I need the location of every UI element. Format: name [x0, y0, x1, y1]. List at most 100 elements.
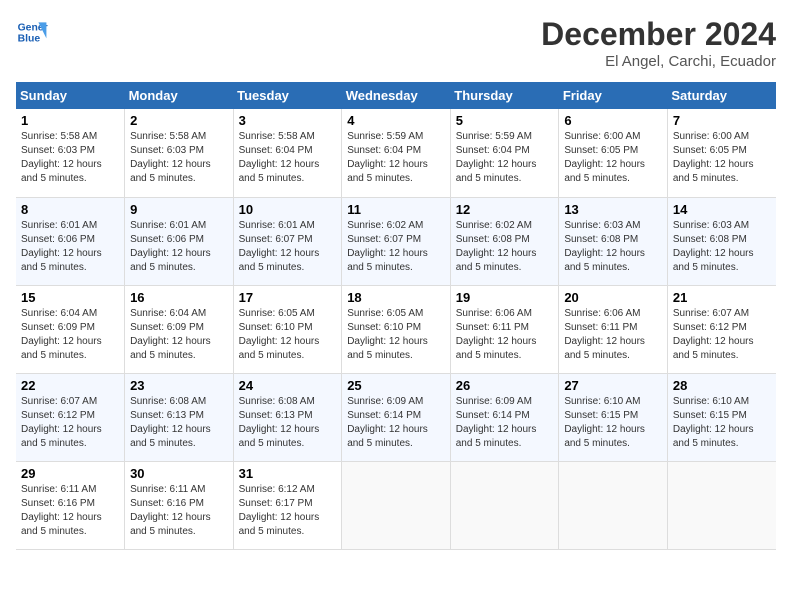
day-number: 5: [456, 113, 554, 128]
calendar-cell-31: 31 Sunrise: 6:12 AM Sunset: 6:17 PM Dayli…: [233, 461, 342, 549]
location-subtitle: El Angel, Carchi, Ecuador: [541, 53, 776, 70]
title-block: December 2024 El Angel, Carchi, Ecuador: [541, 16, 776, 70]
day-number: 27: [564, 378, 662, 393]
calendar-cell-8: 8 Sunrise: 6:01 AM Sunset: 6:06 PM Daylig…: [16, 197, 125, 285]
day-detail: Sunrise: 5:58 AM Sunset: 6:03 PM Dayligh…: [130, 130, 228, 186]
day-detail: Sunrise: 6:00 AM Sunset: 6:05 PM Dayligh…: [564, 130, 662, 186]
empty-cell: [342, 461, 451, 549]
day-number: 21: [673, 290, 771, 305]
day-number: 6: [564, 113, 662, 128]
day-detail: Sunrise: 5:58 AM Sunset: 6:03 PM Dayligh…: [21, 130, 119, 186]
day-number: 31: [239, 466, 337, 481]
calendar-cell-3: 3 Sunrise: 5:58 AM Sunset: 6:04 PM Daylig…: [233, 109, 342, 197]
day-detail: Sunrise: 6:05 AM Sunset: 6:10 PM Dayligh…: [239, 307, 337, 363]
day-number: 23: [130, 378, 228, 393]
calendar-cell-10: 10 Sunrise: 6:01 AM Sunset: 6:07 PM Dayli…: [233, 197, 342, 285]
day-detail: Sunrise: 6:06 AM Sunset: 6:11 PM Dayligh…: [456, 307, 554, 363]
day-detail: Sunrise: 6:05 AM Sunset: 6:10 PM Dayligh…: [347, 307, 445, 363]
calendar-cell-21: 21Sunrise: 6:07 AM Sunset: 6:12 PM Dayli…: [667, 285, 776, 373]
week-row-4: 22 Sunrise: 6:07 AM Sunset: 6:12 PM Dayli…: [16, 373, 776, 461]
weekday-header-friday: Friday: [559, 82, 668, 109]
day-number: 16: [130, 290, 228, 305]
calendar-cell-12: 12 Sunrise: 6:02 AM Sunset: 6:08 PM Dayli…: [450, 197, 559, 285]
day-number: 8: [21, 202, 119, 217]
calendar-cell-4: 4 Sunrise: 5:59 AM Sunset: 6:04 PM Daylig…: [342, 109, 451, 197]
day-number: 1: [21, 113, 119, 128]
empty-cell: [559, 461, 668, 549]
calendar-cell-13: 13 Sunrise: 6:03 AM Sunset: 6:08 PM Dayli…: [559, 197, 668, 285]
day-detail: Sunrise: 6:03 AM Sunset: 6:08 PM Dayligh…: [673, 219, 771, 275]
page-header: General Blue General Blue December 2024 …: [16, 16, 776, 70]
calendar-cell-18: 18 Sunrise: 6:05 AM Sunset: 6:10 PM Dayli…: [342, 285, 451, 373]
day-detail: Sunrise: 5:59 AM Sunset: 6:04 PM Dayligh…: [456, 130, 554, 186]
calendar-cell-30: 30 Sunrise: 6:11 AM Sunset: 6:16 PM Dayli…: [125, 461, 234, 549]
day-detail: Sunrise: 6:00 AM Sunset: 6:05 PM Dayligh…: [673, 130, 771, 186]
day-number: 18: [347, 290, 445, 305]
week-row-5: 29 Sunrise: 6:11 AM Sunset: 6:16 PM Dayli…: [16, 461, 776, 549]
calendar-cell-28: 28 Sunrise: 6:10 AM Sunset: 6:15 PM Dayli…: [667, 373, 776, 461]
day-number: 20: [564, 290, 662, 305]
calendar-cell-24: 24Sunrise: 6:08 AM Sunset: 6:13 PM Dayli…: [233, 373, 342, 461]
day-detail: Sunrise: 6:10 AM Sunset: 6:15 PM Dayligh…: [673, 395, 771, 451]
day-detail: Sunrise: 6:01 AM Sunset: 6:07 PM Dayligh…: [239, 219, 337, 275]
day-number: 7: [673, 113, 771, 128]
day-detail: Sunrise: 6:10 AM Sunset: 6:15 PM Dayligh…: [564, 395, 662, 451]
day-number: 3: [239, 113, 337, 128]
week-row-2: 8 Sunrise: 6:01 AM Sunset: 6:06 PM Daylig…: [16, 197, 776, 285]
weekday-header-saturday: Saturday: [667, 82, 776, 109]
weekday-header-monday: Monday: [125, 82, 234, 109]
day-number: 9: [130, 202, 228, 217]
calendar-cell-14: 14 Sunrise: 6:03 AM Sunset: 6:08 PM Dayli…: [667, 197, 776, 285]
day-number: 14: [673, 202, 771, 217]
day-number: 17: [239, 290, 337, 305]
calendar-cell-2: 2 Sunrise: 5:58 AM Sunset: 6:03 PM Daylig…: [125, 109, 234, 197]
day-number: 13: [564, 202, 662, 217]
calendar-cell-26: 26Sunrise: 6:09 AM Sunset: 6:14 PM Dayli…: [450, 373, 559, 461]
day-detail: Sunrise: 6:02 AM Sunset: 6:08 PM Dayligh…: [456, 219, 554, 275]
day-detail: Sunrise: 6:04 AM Sunset: 6:09 PM Dayligh…: [130, 307, 228, 363]
day-detail: Sunrise: 6:12 AM Sunset: 6:17 PM Dayligh…: [239, 483, 337, 539]
day-detail: Sunrise: 6:03 AM Sunset: 6:08 PM Dayligh…: [564, 219, 662, 275]
svg-text:Blue: Blue: [18, 34, 41, 45]
day-detail: Sunrise: 6:01 AM Sunset: 6:06 PM Dayligh…: [130, 219, 228, 275]
calendar-cell-5: 5 Sunrise: 5:59 AM Sunset: 6:04 PM Daylig…: [450, 109, 559, 197]
day-number: 12: [456, 202, 554, 217]
day-detail: Sunrise: 6:11 AM Sunset: 6:16 PM Dayligh…: [130, 483, 228, 539]
weekday-header-wednesday: Wednesday: [342, 82, 451, 109]
calendar-cell-19: 19Sunrise: 6:06 AM Sunset: 6:11 PM Dayli…: [450, 285, 559, 373]
calendar-cell-25: 25 Sunrise: 6:09 AM Sunset: 6:14 PM Dayli…: [342, 373, 451, 461]
day-detail: Sunrise: 6:09 AM Sunset: 6:14 PM Dayligh…: [347, 395, 445, 451]
day-number: 28: [673, 378, 771, 393]
day-number: 30: [130, 466, 228, 481]
day-detail: Sunrise: 6:04 AM Sunset: 6:09 PM Dayligh…: [21, 307, 119, 363]
calendar-cell-27: 27 Sunrise: 6:10 AM Sunset: 6:15 PM Dayli…: [559, 373, 668, 461]
calendar-cell-7: 7 Sunrise: 6:00 AM Sunset: 6:05 PM Daylig…: [667, 109, 776, 197]
day-number: 29: [21, 466, 119, 481]
day-number: 4: [347, 113, 445, 128]
day-number: 22: [21, 378, 119, 393]
day-number: 11: [347, 202, 445, 217]
calendar-cell-6: 6 Sunrise: 6:00 AM Sunset: 6:05 PM Daylig…: [559, 109, 668, 197]
empty-cell: [667, 461, 776, 549]
calendar-cell-20: 20Sunrise: 6:06 AM Sunset: 6:11 PM Dayli…: [559, 285, 668, 373]
day-number: 10: [239, 202, 337, 217]
week-row-1: 1 Sunrise: 5:58 AM Sunset: 6:03 PM Daylig…: [16, 109, 776, 197]
day-detail: Sunrise: 6:07 AM Sunset: 6:12 PM Dayligh…: [21, 395, 119, 451]
weekday-header-row: SundayMondayTuesdayWednesdayThursdayFrid…: [16, 82, 776, 109]
day-detail: Sunrise: 6:01 AM Sunset: 6:06 PM Dayligh…: [21, 219, 119, 275]
day-number: 25: [347, 378, 445, 393]
day-number: 2: [130, 113, 228, 128]
logo: General Blue General Blue: [16, 16, 48, 48]
calendar-cell-29: 29Sunrise: 6:11 AM Sunset: 6:16 PM Dayli…: [16, 461, 125, 549]
logo-icon: General Blue: [16, 16, 48, 48]
month-title: December 2024: [541, 16, 776, 53]
calendar-cell-15: 15 Sunrise: 6:04 AM Sunset: 6:09 PM Dayli…: [16, 285, 125, 373]
calendar-cell-11: 11Sunrise: 6:02 AM Sunset: 6:07 PM Dayli…: [342, 197, 451, 285]
empty-cell: [450, 461, 559, 549]
weekday-header-sunday: Sunday: [16, 82, 125, 109]
weekday-header-tuesday: Tuesday: [233, 82, 342, 109]
day-detail: Sunrise: 5:58 AM Sunset: 6:04 PM Dayligh…: [239, 130, 337, 186]
day-number: 15: [21, 290, 119, 305]
day-detail: Sunrise: 5:59 AM Sunset: 6:04 PM Dayligh…: [347, 130, 445, 186]
calendar-table: SundayMondayTuesdayWednesdayThursdayFrid…: [16, 82, 776, 550]
